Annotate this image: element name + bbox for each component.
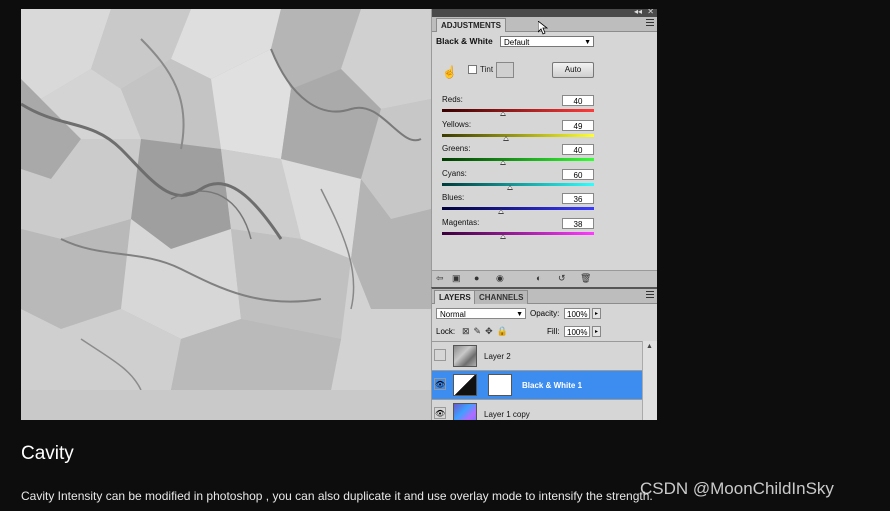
slider-value-input[interactable]: 38 bbox=[562, 217, 594, 229]
slider-thumb[interactable] bbox=[499, 160, 506, 165]
fill-stepper[interactable]: ▸ bbox=[592, 326, 601, 337]
adjustments-panel: ◂◂ ✕ ADJUSTMENTS Black & White Default ▼… bbox=[431, 9, 657, 287]
slider-row: Blues: 36 bbox=[442, 193, 652, 215]
panel-title-strip: ◂◂ ✕ bbox=[432, 9, 657, 17]
layer-thumbnail bbox=[453, 345, 477, 367]
section-body-text: Cavity Intensity can be modified in phot… bbox=[21, 489, 653, 503]
layer-name: Layer 1 copy bbox=[484, 410, 530, 419]
slider-value-input[interactable]: 60 bbox=[562, 168, 594, 180]
slider-row: Reds: 40 bbox=[442, 95, 652, 117]
hidden-eye-icon[interactable] bbox=[434, 349, 446, 361]
slider-thumb[interactable] bbox=[502, 135, 509, 141]
preset-value: Default bbox=[504, 38, 530, 47]
slider-label: Magentas: bbox=[442, 217, 480, 227]
slider-thumb[interactable] bbox=[498, 209, 505, 214]
blend-mode-value: Normal bbox=[440, 310, 466, 319]
document-canvas[interactable] bbox=[21, 9, 431, 420]
layer-row[interactable]: 👁 Layer 1 copy bbox=[432, 399, 642, 420]
slider-track[interactable] bbox=[442, 158, 594, 161]
slider-thumb[interactable] bbox=[499, 111, 506, 116]
blend-mode-dropdown[interactable]: Normal ▼ bbox=[436, 308, 526, 319]
layer-mask-thumbnail bbox=[488, 374, 512, 396]
lock-label: Lock: bbox=[436, 327, 456, 336]
auto-button[interactable]: Auto bbox=[552, 62, 594, 78]
slider-value-input[interactable]: 49 bbox=[562, 119, 594, 131]
slider-row: Magentas: 38 bbox=[442, 217, 652, 240]
fill-input[interactable]: 100% bbox=[564, 326, 590, 337]
tint-color-swatch[interactable] bbox=[496, 62, 514, 78]
slider-row: Greens: 40 bbox=[442, 144, 652, 166]
layer-name: Black & White 1 bbox=[522, 381, 583, 390]
layer-thumbnail bbox=[453, 403, 477, 420]
adjustment-title: Black & White bbox=[436, 36, 493, 46]
tab-channels[interactable]: CHANNELS bbox=[474, 290, 529, 304]
expand-view-icon[interactable]: ▣ bbox=[452, 273, 461, 284]
tint-checkbox[interactable]: Tint bbox=[468, 65, 494, 75]
tint-label: Tint bbox=[480, 65, 494, 74]
slider-thumb[interactable] bbox=[499, 233, 506, 239]
back-arrow-icon[interactable]: ⇦ bbox=[436, 273, 444, 284]
section-heading: Cavity bbox=[21, 443, 74, 464]
slider-value-input[interactable]: 40 bbox=[562, 144, 594, 155]
layer-row[interactable]: Layer 2 bbox=[432, 341, 642, 370]
slider-track[interactable] bbox=[442, 133, 594, 137]
slider-value-input[interactable]: 40 bbox=[562, 95, 594, 106]
chevron-down-icon: ▼ bbox=[516, 311, 523, 318]
layers-panel: LAYERS CHANNELS Normal ▼ Opacity: 100% ▸… bbox=[431, 287, 657, 420]
slider-label: Greens: bbox=[442, 144, 471, 153]
trash-icon[interactable]: 🗑 bbox=[580, 273, 591, 284]
preset-dropdown[interactable]: Default ▼ bbox=[500, 36, 594, 47]
clip-layer-icon[interactable]: ● bbox=[474, 273, 479, 283]
slider-track[interactable] bbox=[442, 231, 594, 235]
collapse-icon[interactable]: ◂◂ bbox=[634, 9, 642, 16]
visibility-eye-icon[interactable]: ◉ bbox=[496, 273, 504, 284]
slider-row: Cyans: 60 bbox=[442, 168, 652, 191]
tab-layers[interactable]: LAYERS bbox=[434, 290, 476, 304]
targeted-adjustment-hand-icon[interactable]: ☝ bbox=[442, 65, 457, 79]
adjustment-thumbnail bbox=[453, 374, 477, 396]
layer-name: Layer 2 bbox=[484, 352, 511, 361]
layers-tab-bar: LAYERS CHANNELS bbox=[432, 289, 657, 304]
slider-value-input[interactable]: 36 bbox=[562, 193, 594, 204]
layers-scrollbar[interactable]: ▲ bbox=[642, 341, 657, 420]
photoshop-screenshot: ◂◂ ✕ ADJUSTMENTS Black & White Default ▼… bbox=[21, 9, 657, 420]
slider-label: Yellows: bbox=[442, 119, 472, 129]
eye-icon[interactable]: 👁 bbox=[434, 407, 446, 419]
tab-adjustments[interactable]: ADJUSTMENTS bbox=[436, 18, 507, 32]
checkbox-icon bbox=[468, 65, 477, 75]
mouse-cursor-icon bbox=[538, 21, 548, 35]
chevron-down-icon: ▼ bbox=[584, 39, 591, 46]
view-previous-icon[interactable]: ◐ bbox=[536, 273, 541, 283]
reset-icon[interactable]: ↺ bbox=[558, 273, 566, 284]
adjustments-footer-toolbar: ⇦ ▣ ● ◉ ◐ ↺ 🗑 bbox=[432, 270, 657, 287]
layer-row[interactable]: 👁 Black & White 1 bbox=[432, 370, 642, 399]
lock-options[interactable]: ⊠✎✥🔒 bbox=[462, 326, 512, 337]
rock-texture-image bbox=[21, 9, 431, 420]
slider-row: Yellows: 49 bbox=[442, 119, 652, 142]
slider-track[interactable] bbox=[442, 207, 594, 210]
slider-track[interactable] bbox=[442, 109, 594, 112]
adjustments-tab-bar: ADJUSTMENTS bbox=[432, 17, 657, 35]
slider-label: Reds: bbox=[442, 95, 463, 104]
fill-label: Fill: bbox=[547, 327, 560, 336]
panel-menu-icon[interactable] bbox=[646, 291, 654, 299]
slider-track[interactable] bbox=[442, 182, 594, 186]
panel-menu-icon[interactable] bbox=[646, 19, 654, 27]
watermark: CSDN @MoonChildInSky bbox=[640, 479, 834, 498]
opacity-label: Opacity: bbox=[530, 309, 560, 318]
close-icon[interactable]: ✕ bbox=[647, 9, 654, 16]
opacity-stepper[interactable]: ▸ bbox=[592, 308, 601, 319]
slider-label: Cyans: bbox=[442, 168, 467, 178]
scroll-up-icon[interactable]: ▲ bbox=[646, 343, 653, 350]
slider-label: Blues: bbox=[442, 193, 465, 202]
slider-thumb[interactable] bbox=[507, 184, 514, 190]
opacity-input[interactable]: 100% bbox=[564, 308, 590, 319]
eye-icon[interactable]: 👁 bbox=[434, 378, 446, 390]
